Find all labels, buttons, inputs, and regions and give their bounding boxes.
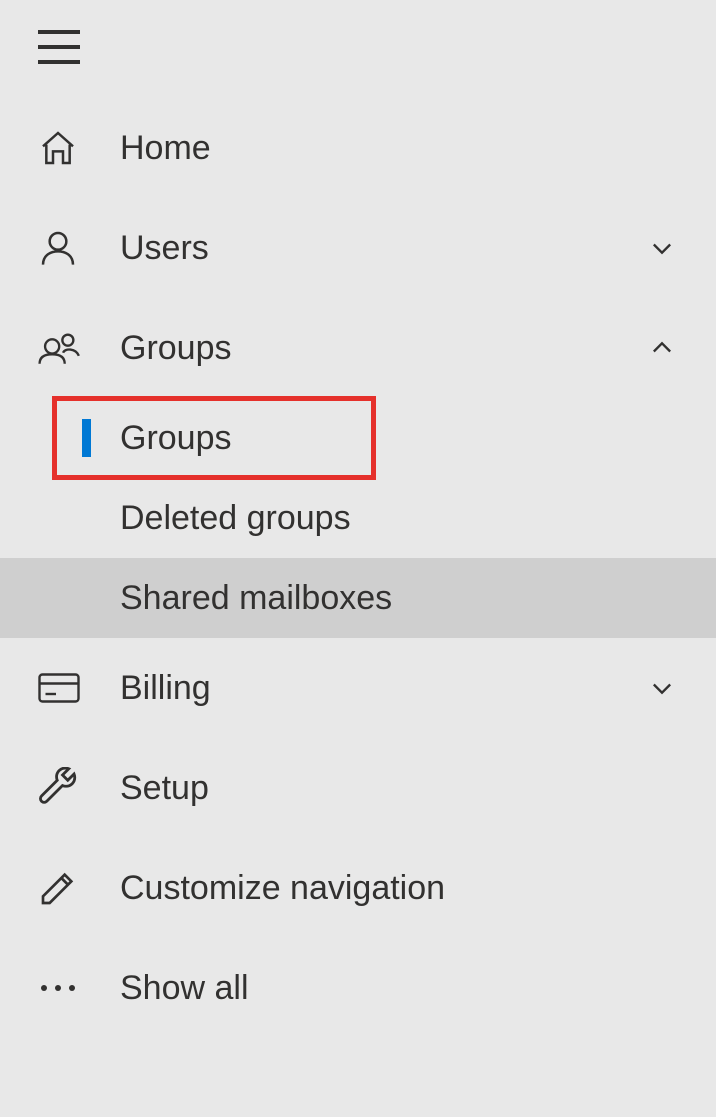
chevron-up-icon (646, 332, 678, 364)
nav-item-label: Show all (120, 969, 678, 1008)
nav-item-label: Setup (120, 769, 678, 808)
sidebar-nav: Home Users Groups (0, 108, 716, 1028)
pencil-icon (38, 864, 86, 912)
nav-item-label: Home (120, 129, 678, 168)
nav-item-groups[interactable]: Groups (0, 308, 716, 388)
groups-icon (38, 324, 86, 372)
nav-item-billing[interactable]: Billing (0, 648, 716, 728)
nav-item-users[interactable]: Users (0, 208, 716, 288)
nav-item-customize[interactable]: Customize navigation (0, 848, 716, 928)
nav-item-label: Users (120, 229, 646, 268)
sub-item-shared-mailboxes[interactable]: Shared mailboxes (0, 558, 716, 638)
nav-item-label: Groups (120, 329, 646, 368)
wrench-icon (38, 764, 86, 812)
sub-item-groups[interactable]: Groups (0, 398, 716, 478)
home-icon (38, 124, 86, 172)
hamburger-menu-button[interactable] (38, 30, 80, 64)
sub-item-label: Shared mailboxes (120, 579, 392, 618)
sub-item-label: Deleted groups (120, 499, 351, 538)
hamburger-bar (38, 45, 80, 49)
hamburger-bar (38, 60, 80, 64)
nav-item-show-all[interactable]: Show all (0, 948, 716, 1028)
billing-icon (38, 664, 86, 712)
sub-item-label: Groups (120, 419, 232, 458)
nav-item-setup[interactable]: Setup (0, 748, 716, 828)
sub-item-deleted-groups[interactable]: Deleted groups (0, 478, 716, 558)
ellipsis-icon (38, 964, 86, 1012)
hamburger-bar (38, 30, 80, 34)
chevron-down-icon (646, 672, 678, 704)
nav-item-home[interactable]: Home (0, 108, 716, 188)
nav-item-label: Customize navigation (120, 869, 678, 908)
chevron-down-icon (646, 232, 678, 264)
nav-item-label: Billing (120, 669, 646, 708)
user-icon (38, 224, 86, 272)
